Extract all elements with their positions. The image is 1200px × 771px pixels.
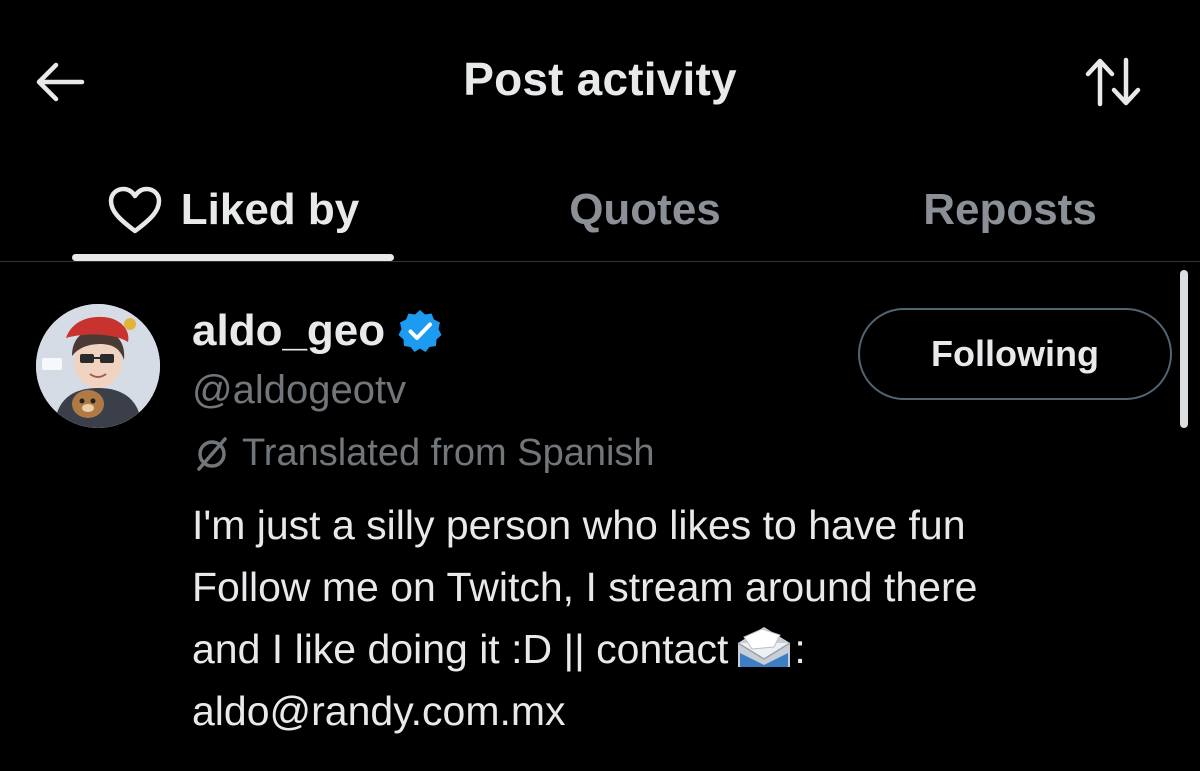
tab-reposts-label: Reposts xyxy=(923,185,1097,234)
tab-quotes[interactable]: Quotes xyxy=(520,160,770,260)
bio-line-text: and I like doing it :D || contact xyxy=(192,626,729,672)
post-activity-screen: Post activity Liked by Quotes Reposts al… xyxy=(0,0,1200,771)
translate-icon xyxy=(197,436,227,471)
scrollbar[interactable] xyxy=(1180,270,1188,428)
bio-line: I'm just a silly person who likes to hav… xyxy=(192,502,966,548)
tab-liked-by[interactable]: Liked by xyxy=(72,160,394,260)
user-bio: I'm just a silly person who likes to hav… xyxy=(192,494,1182,742)
user-handle: @aldogeotv xyxy=(192,368,407,412)
user-list-item[interactable]: aldo_geo @aldogeotv Following Translated… xyxy=(0,262,1200,771)
tab-liked-by-label: Liked by xyxy=(180,185,360,234)
tab-quotes-label: Quotes xyxy=(569,185,721,234)
bio-email-link[interactable]: aldo@randy.com.mx xyxy=(192,680,1182,742)
sort-arrows-icon xyxy=(1085,57,1141,107)
avatar[interactable] xyxy=(36,304,160,428)
incoming-envelope-icon xyxy=(737,627,791,667)
sort-button[interactable] xyxy=(1078,52,1150,112)
translation-label: Translated from Spanish xyxy=(242,432,655,474)
active-tab-indicator xyxy=(72,254,394,261)
translation-note[interactable]: Translated from Spanish xyxy=(192,432,655,475)
page-title: Post activity xyxy=(463,53,737,105)
following-button[interactable]: Following xyxy=(858,308,1172,400)
header: Post activity xyxy=(0,0,1200,160)
bio-line: Follow me on Twitch, I stream around the… xyxy=(192,564,978,610)
bio-line-contact: and I like doing it :D || contact : xyxy=(192,618,1182,680)
verified-badge-icon xyxy=(398,310,442,352)
display-name: aldo_geo xyxy=(192,306,386,355)
bio-line-colon: : xyxy=(794,626,806,672)
heart-icon xyxy=(108,186,161,234)
tab-reposts[interactable]: Reposts xyxy=(880,160,1140,260)
display-name-row[interactable]: aldo_geo xyxy=(192,306,443,356)
avatar-illustration xyxy=(36,304,160,428)
tab-bar: Liked by Quotes Reposts xyxy=(0,160,1200,262)
